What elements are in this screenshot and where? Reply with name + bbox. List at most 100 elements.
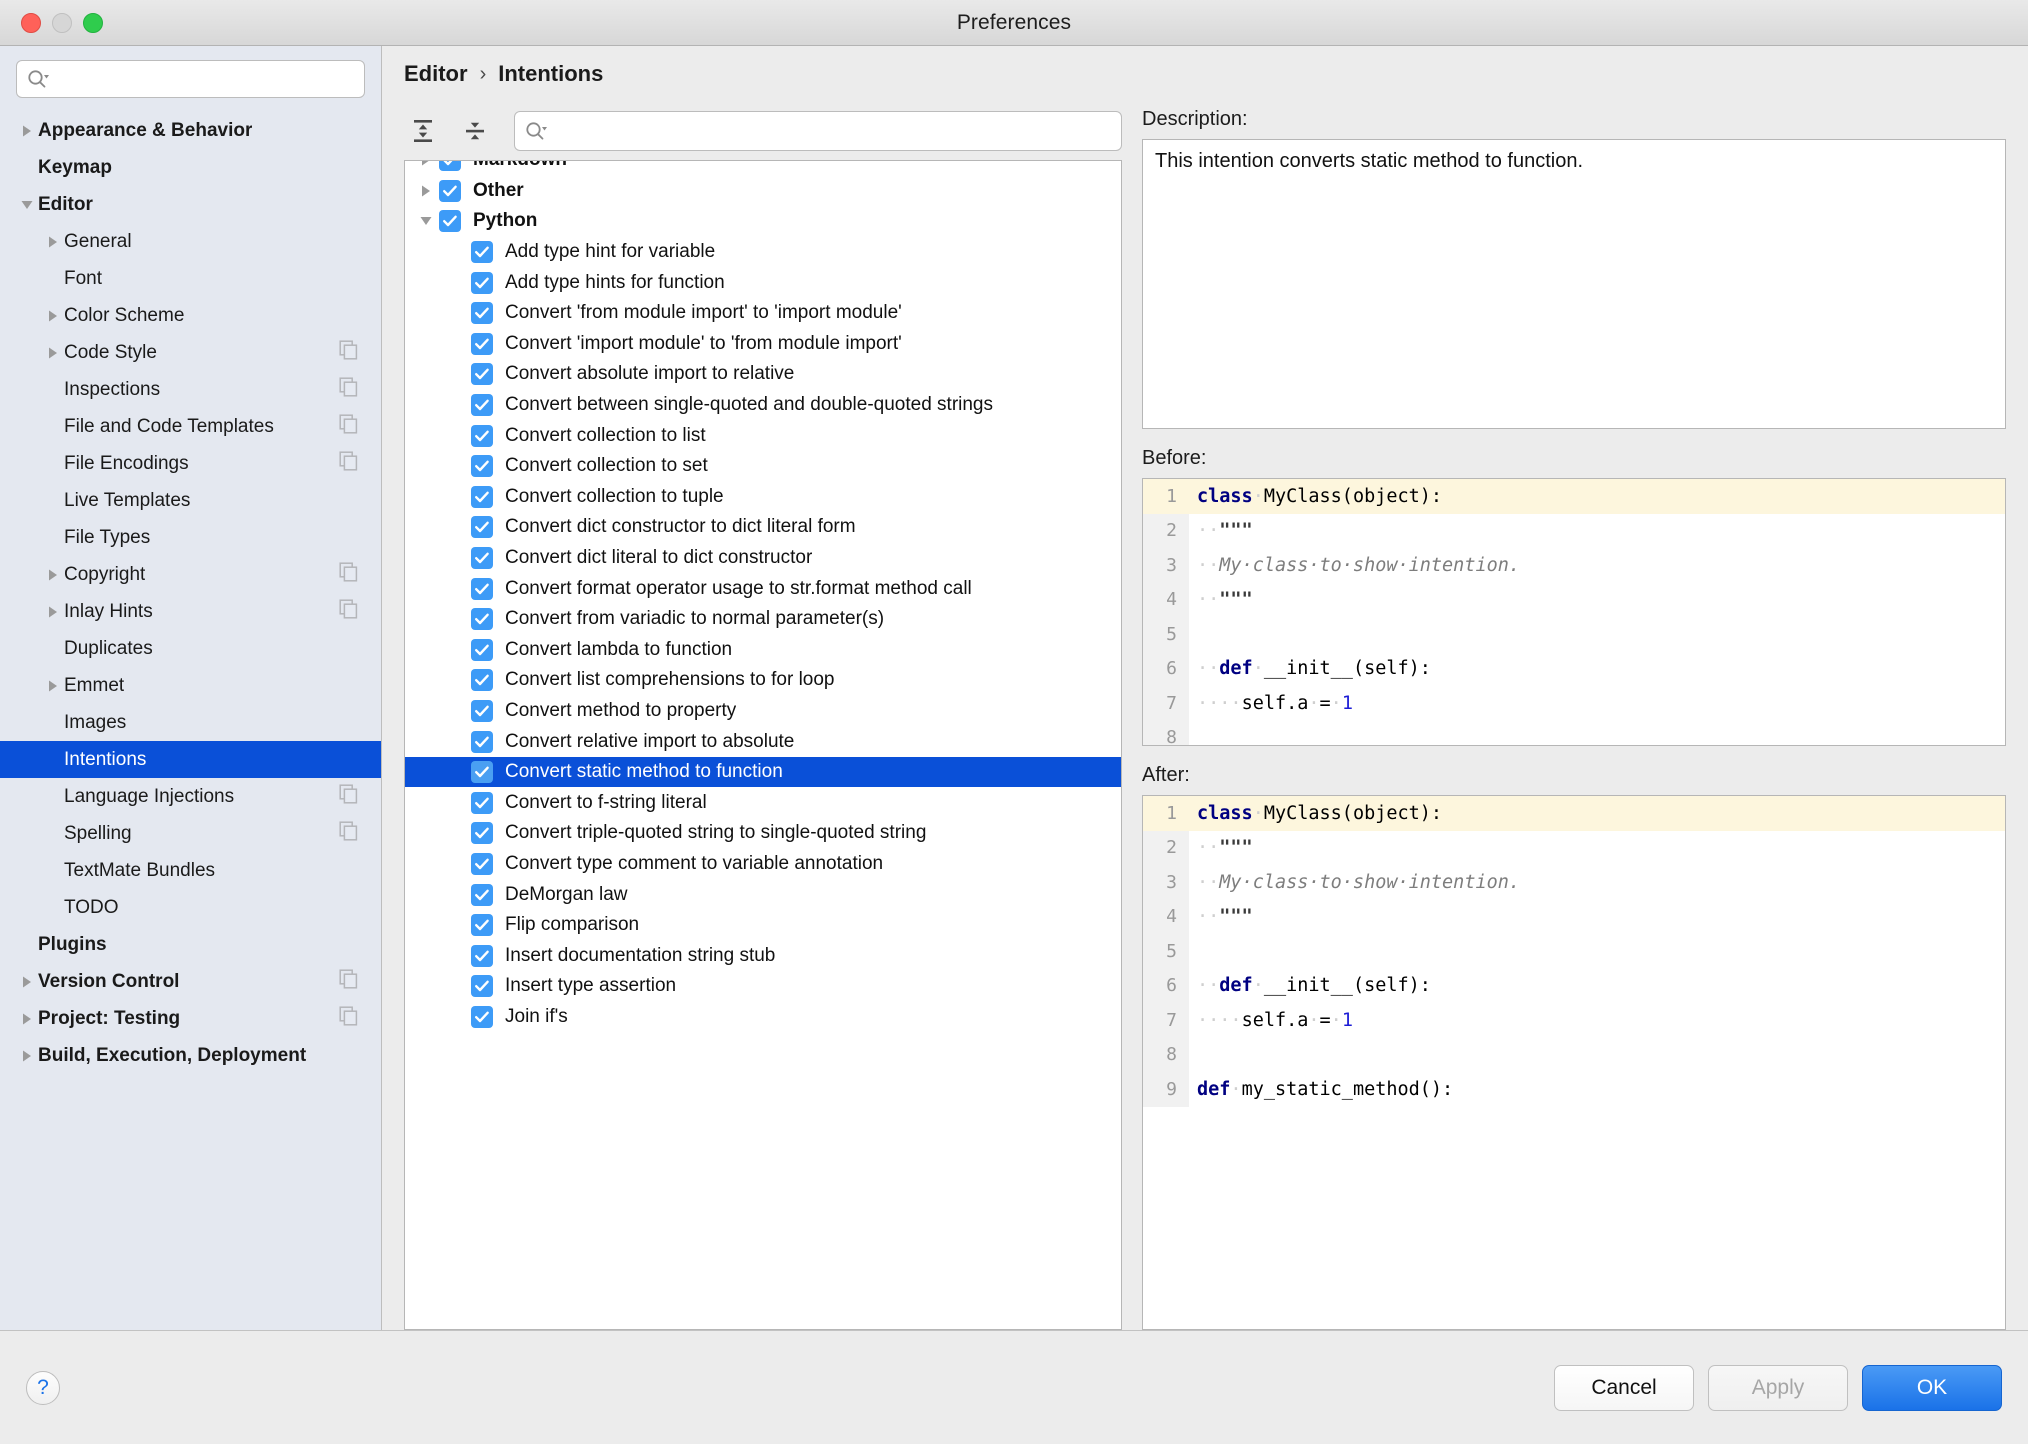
intention-row[interactable]: Convert collection to list — [405, 420, 1121, 451]
copy-settings-icon[interactable] — [339, 339, 359, 366]
intention-row[interactable]: Join if's — [405, 1002, 1121, 1033]
intention-checkbox[interactable] — [471, 914, 493, 937]
expand-all-icon[interactable] — [404, 113, 442, 149]
intention-checkbox[interactable] — [471, 699, 493, 722]
intention-checkbox[interactable] — [471, 730, 493, 753]
intention-group-row[interactable]: Markdown — [405, 161, 1121, 176]
chevron-right-icon[interactable] — [42, 604, 64, 620]
sidebar-item-images[interactable]: Images — [0, 704, 381, 741]
copy-settings-icon[interactable] — [339, 783, 359, 810]
sidebar-item-version-control[interactable]: Version Control — [0, 963, 381, 1000]
intention-checkbox[interactable] — [471, 485, 493, 508]
sidebar-item-plugins[interactable]: Plugins — [0, 926, 381, 963]
intention-checkbox[interactable] — [471, 241, 493, 264]
intention-checkbox[interactable] — [471, 791, 493, 814]
intention-checkbox[interactable] — [471, 271, 493, 294]
copy-settings-icon[interactable] — [339, 450, 359, 477]
intention-group-row[interactable]: Other — [405, 176, 1121, 207]
intention-group-row[interactable]: Python — [405, 206, 1121, 237]
sidebar-search-box[interactable] — [16, 60, 365, 98]
chevron-down-icon[interactable] — [413, 214, 439, 228]
intention-checkbox[interactable] — [471, 394, 493, 417]
copy-settings-icon[interactable] — [339, 820, 359, 847]
intention-row[interactable]: Add type hints for function — [405, 267, 1121, 298]
intention-checkbox[interactable] — [471, 883, 493, 906]
chevron-right-icon[interactable] — [413, 183, 439, 199]
intention-row[interactable]: Convert format operator usage to str.for… — [405, 573, 1121, 604]
intention-checkbox[interactable] — [471, 302, 493, 325]
chevron-down-icon[interactable] — [16, 198, 38, 212]
intention-row[interactable]: Convert relative import to absolute — [405, 726, 1121, 757]
intention-row[interactable]: Convert to f-string literal — [405, 787, 1121, 818]
chevron-right-icon[interactable] — [42, 567, 64, 583]
intention-row[interactable]: Convert dict literal to dict constructor — [405, 543, 1121, 574]
intention-row[interactable]: Flip comparison — [405, 910, 1121, 941]
sidebar-item-code-style[interactable]: Code Style — [0, 334, 381, 371]
intention-row[interactable]: Insert documentation string stub — [405, 940, 1121, 971]
sidebar-item-emmet[interactable]: Emmet — [0, 667, 381, 704]
copy-settings-icon[interactable] — [339, 968, 359, 995]
sidebar-item-todo[interactable]: TODO — [0, 889, 381, 926]
intentions-search-box[interactable] — [514, 111, 1122, 151]
help-button[interactable]: ? — [26, 1370, 60, 1405]
intention-row[interactable]: Convert collection to set — [405, 451, 1121, 482]
intentions-search-input[interactable] — [551, 121, 1111, 141]
intention-checkbox[interactable] — [471, 332, 493, 355]
intention-checkbox[interactable] — [471, 577, 493, 600]
collapse-all-icon[interactable] — [456, 113, 494, 149]
chevron-right-icon[interactable] — [16, 974, 38, 990]
intention-row[interactable]: Convert method to property — [405, 696, 1121, 727]
sidebar-search-input[interactable] — [53, 69, 354, 89]
intention-row[interactable]: Convert list comprehensions to for loop — [405, 665, 1121, 696]
copy-settings-icon[interactable] — [339, 598, 359, 625]
chevron-right-icon[interactable] — [16, 123, 38, 139]
chevron-right-icon[interactable] — [16, 1048, 38, 1064]
intention-checkbox[interactable] — [439, 210, 461, 233]
intention-row[interactable]: Convert type comment to variable annotat… — [405, 849, 1121, 880]
intention-row[interactable]: Convert dict constructor to dict literal… — [405, 512, 1121, 543]
chevron-right-icon[interactable] — [42, 345, 64, 361]
intention-row[interactable]: Convert triple-quoted string to single-q… — [405, 818, 1121, 849]
intention-checkbox[interactable] — [471, 852, 493, 875]
intention-checkbox[interactable] — [471, 516, 493, 539]
intention-checkbox[interactable] — [471, 363, 493, 386]
intention-checkbox[interactable] — [439, 161, 461, 172]
intention-checkbox[interactable] — [471, 638, 493, 661]
intention-row[interactable]: Convert collection to tuple — [405, 482, 1121, 513]
cancel-button[interactable]: Cancel — [1554, 1364, 1694, 1411]
chevron-right-icon[interactable] — [42, 678, 64, 694]
sidebar-item-copyright[interactable]: Copyright — [0, 556, 381, 593]
intention-row[interactable]: Convert from variadic to normal paramete… — [405, 604, 1121, 635]
chevron-right-icon[interactable] — [413, 161, 439, 168]
sidebar-item-build-execution-deployment[interactable]: Build, Execution, Deployment — [0, 1037, 381, 1074]
intention-row[interactable]: Convert absolute import to relative — [405, 359, 1121, 390]
intention-checkbox[interactable] — [471, 424, 493, 447]
intentions-list[interactable]: Markdown Other Python Add type hint for var… — [404, 160, 1122, 1330]
copy-settings-icon[interactable] — [339, 376, 359, 403]
sidebar-item-project-testing[interactable]: Project: Testing — [0, 1000, 381, 1037]
sidebar-item-inlay-hints[interactable]: Inlay Hints — [0, 593, 381, 630]
sidebar-item-editor[interactable]: Editor — [0, 186, 381, 223]
sidebar-item-font[interactable]: Font — [0, 260, 381, 297]
chevron-right-icon[interactable] — [42, 234, 64, 250]
sidebar-item-color-scheme[interactable]: Color Scheme — [0, 297, 381, 334]
intention-row[interactable]: Add type hint for variable — [405, 237, 1121, 268]
intention-checkbox[interactable] — [471, 669, 493, 692]
chevron-right-icon[interactable] — [16, 1011, 38, 1027]
intention-row[interactable]: Convert static method to function — [405, 756, 1121, 788]
intention-checkbox[interactable] — [471, 975, 493, 998]
intention-checkbox[interactable] — [471, 761, 493, 784]
intention-row[interactable]: DeMorgan law — [405, 879, 1121, 910]
sidebar-item-spelling[interactable]: Spelling — [0, 815, 381, 852]
sidebar-item-duplicates[interactable]: Duplicates — [0, 630, 381, 667]
sidebar-item-keymap[interactable]: Keymap — [0, 149, 381, 186]
sidebar-item-general[interactable]: General — [0, 223, 381, 260]
intention-checkbox[interactable] — [471, 1005, 493, 1028]
copy-settings-icon[interactable] — [339, 413, 359, 440]
sidebar-item-file-and-code-templates[interactable]: File and Code Templates — [0, 408, 381, 445]
copy-settings-icon[interactable] — [339, 1005, 359, 1032]
intention-checkbox[interactable] — [471, 608, 493, 631]
sidebar-item-file-types[interactable]: File Types — [0, 519, 381, 556]
sidebar-item-intentions[interactable]: Intentions — [0, 741, 381, 778]
intention-row[interactable]: Convert 'import module' to 'from module … — [405, 329, 1121, 360]
